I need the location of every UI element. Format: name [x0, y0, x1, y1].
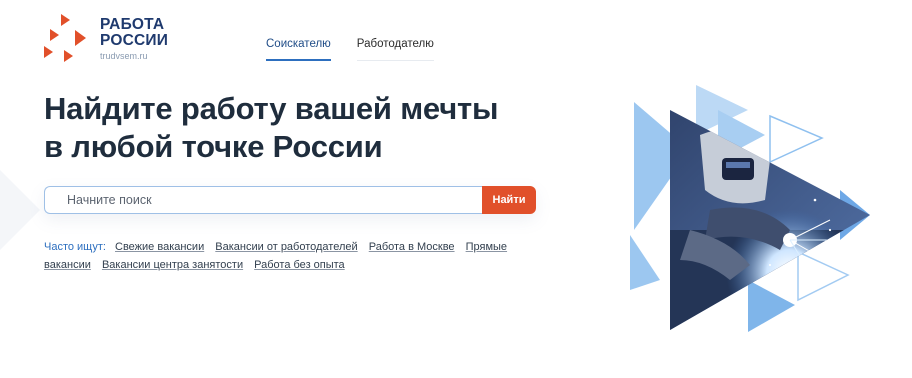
logo-title-line2: РОССИИ: [100, 32, 169, 49]
audience-tabs: Соискателю Работодателю: [266, 38, 460, 61]
background-decoration: [0, 170, 40, 250]
page-title-line1: Найдите работу вашей мечты: [44, 91, 499, 126]
popular-link-fresh-vacancies[interactable]: Свежие вакансии: [115, 241, 204, 253]
logo-title-line1: РАБОТА: [100, 16, 165, 33]
site-logo[interactable]: РАБОТА РОССИИ trudvsem.ru: [42, 14, 168, 64]
decor-triangle: [630, 235, 660, 290]
tab-employer[interactable]: Работодателю: [356, 38, 434, 61]
popular-link-employer-vacancies[interactable]: Вакансии от работодателей: [215, 241, 357, 253]
decor-triangle: [748, 280, 795, 332]
tab-job-seeker[interactable]: Соискателю: [266, 38, 331, 61]
decor-triangle-outline: [769, 114, 824, 164]
popular-link-employment-center-vacancies[interactable]: Вакансии центра занятости: [102, 259, 243, 271]
hero-welder-illustration: [630, 85, 870, 332]
logo-arrows-icon: [44, 14, 86, 62]
search-input[interactable]: [44, 186, 482, 214]
page-title-line2: в любой точке России: [44, 129, 383, 164]
popular-link-moscow-jobs[interactable]: Работа в Москве: [369, 241, 455, 253]
search-bar: Найти: [44, 186, 536, 214]
logo-domain: trudvsem.ru: [100, 51, 148, 61]
popular-link-no-experience[interactable]: Работа без опыта: [254, 259, 345, 271]
decor-triangle-outline: [797, 250, 850, 302]
page-title: Найдите работу вашей мечты в любой точке…: [44, 90, 498, 166]
search-button[interactable]: Найти: [482, 186, 536, 214]
popular-searches: Часто ищут: Свежие вакансии Вакансии от …: [44, 238, 544, 274]
popular-searches-label: Часто ищут:: [44, 241, 106, 253]
